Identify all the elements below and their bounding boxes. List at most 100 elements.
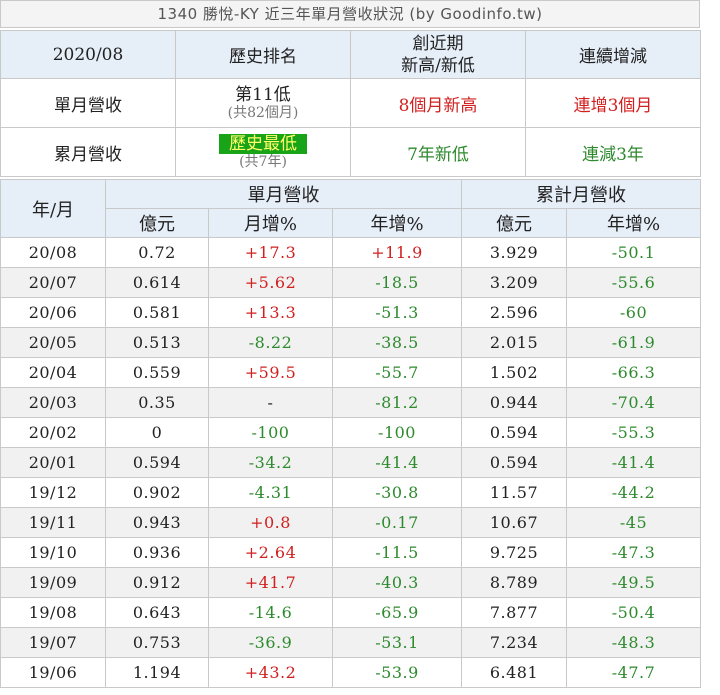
cell-mom: +5.62 [208,267,333,298]
cell-rev: 0.594 [105,447,209,478]
revenue-table-body: 20/08 0.72 +17.3 +11.9 3.929 -50.1 20/07 0.614 +… [0,237,702,688]
cell-rev: 0.614 [105,267,209,298]
cell-rev: 0.943 [105,507,209,538]
cell-mom: -14.6 [208,597,333,628]
cell-cum-yoy: -66.3 [566,357,702,388]
cell-cum-yoy: -50.1 [566,237,702,268]
table-row: 19/06 1.194 +43.2 -53.9 6.481 -47.7 [0,657,702,688]
summary-cumulative-rank: 歷史最低 (共7年) [175,127,351,177]
cell-mom: -100 [208,417,333,448]
cell-rev: 0.643 [105,597,209,628]
summary-header-recent: 創近期 新高/新低 [350,30,526,79]
cell-cum: 11.57 [461,477,568,508]
cell-cum-yoy: -70.4 [566,387,702,418]
cell-mom: -8.22 [208,327,333,358]
cell-cum: 0.944 [461,387,568,418]
summary-monthly-streak: 連增3個月 [525,78,701,128]
cell-mom: -34.2 [208,447,333,478]
cell-rev: 0.912 [105,567,209,598]
cell-period: 20/05 [0,327,106,358]
cell-period: 20/07 [0,267,106,298]
cell-yoy: +11.9 [331,237,463,268]
cell-yoy: -18.5 [331,267,463,298]
cell-yoy: -53.1 [331,627,463,658]
cell-cum: 3.929 [461,237,568,268]
cell-rev: 0.72 [105,237,209,268]
cell-cum: 7.877 [461,597,568,628]
col-header-monthly-revenue: 億元 [105,208,209,238]
col-header-cumulative-revenue: 億元 [461,208,568,238]
cell-yoy: -38.5 [331,327,463,358]
table-row: 20/08 0.72 +17.3 +11.9 3.929 -50.1 [0,237,702,268]
summary-header-rank: 歷史排名 [175,30,351,79]
cell-cum-yoy: -55.6 [566,267,702,298]
cell-mom: -36.9 [208,627,333,658]
cell-rev: 0.35 [105,387,209,418]
cell-cum-yoy: -44.2 [566,477,702,508]
cell-rev: 0.559 [105,357,209,388]
cell-cum-yoy: -49.5 [566,567,702,598]
cell-period: 19/08 [0,597,106,628]
cell-yoy: -81.2 [331,387,463,418]
cell-period: 20/03 [0,387,106,418]
cell-yoy: -11.5 [331,537,463,568]
cell-cum: 9.725 [461,537,568,568]
cell-cum: 2.596 [461,297,568,328]
summary-period: 2020/08 [0,30,176,79]
cell-mom: +43.2 [208,657,333,688]
col-group-cumulative: 累計月營收 [461,179,702,209]
cell-period: 19/11 [0,507,106,538]
cell-yoy: -100 [331,417,463,448]
cell-period: 19/10 [0,537,106,568]
table-row: 20/04 0.559 +59.5 -55.7 1.502 -66.3 [0,357,702,388]
table-row: 19/10 0.936 +2.64 -11.5 9.725 -47.3 [0,537,702,568]
table-row: 20/07 0.614 +5.62 -18.5 3.209 -55.6 [0,267,702,298]
summary-cumulative-streak: 連減3年 [525,127,701,177]
cell-period: 20/01 [0,447,106,478]
cell-period: 19/09 [0,567,106,598]
summary-cumulative-rank-sub: (共7年) [239,154,287,170]
summary-cumulative-recent: 7年新低 [350,127,526,177]
cell-mom: +2.64 [208,537,333,568]
col-group-monthly: 單月營收 [104,179,463,209]
cell-cum: 0.594 [461,447,568,478]
cell-cum-yoy: -47.3 [566,537,702,568]
cell-period: 20/04 [0,357,106,388]
col-header-period: 年/月 [0,179,106,238]
cell-yoy: -41.4 [331,447,463,478]
cell-yoy: -65.9 [331,597,463,628]
cell-mom: -4.31 [208,477,333,508]
cell-cum: 6.481 [461,657,568,688]
table-row: 19/12 0.902 -4.31 -30.8 11.57 -44.2 [0,477,702,508]
cell-cum-yoy: -55.3 [566,417,702,448]
summary-monthly-rank-main: 第11低 [235,85,291,105]
cell-rev: 0.902 [105,477,209,508]
summary-monthly-label: 單月營收 [0,78,176,128]
cell-period: 20/06 [0,297,106,328]
cell-mom: +0.8 [208,507,333,538]
cell-yoy: -40.3 [331,567,463,598]
col-header-monthly-yoy: 年增% [331,208,463,238]
summary-monthly-rank-sub: (共82個月) [227,105,299,121]
summary-monthly-recent: 8個月新高 [350,78,526,128]
table-row: 20/03 0.35- -81.2 0.944 -70.4 [0,387,702,418]
cell-cum: 7.234 [461,627,568,658]
cell-period: 20/02 [0,417,106,448]
page-title: 1340 勝悅-KY 近三年單月營收狀況 (by Goodinfo.tw) [0,0,700,28]
summary-header-streak: 連續增減 [525,30,701,79]
summary-cumulative-label: 累月營收 [0,127,176,177]
cell-rev: 0.513 [105,327,209,358]
cell-cum: 8.789 [461,567,568,598]
col-header-cumulative-yoy: 年增% [566,208,702,238]
cell-rev: 0.936 [105,537,209,568]
table-row: 19/11 0.943 +0.8 -0.17 10.67 -45 [0,507,702,538]
cell-cum: 0.594 [461,417,568,448]
cell-cum: 3.209 [461,267,568,298]
cell-period: 19/12 [0,477,106,508]
cell-mom: - [208,387,333,418]
cell-yoy: -55.7 [331,357,463,388]
cell-cum-yoy: -45 [566,507,702,538]
cell-cum: 1.502 [461,357,568,388]
cell-cum-yoy: -60 [566,297,702,328]
summary-monthly-rank: 第11低 (共82個月) [175,78,351,128]
